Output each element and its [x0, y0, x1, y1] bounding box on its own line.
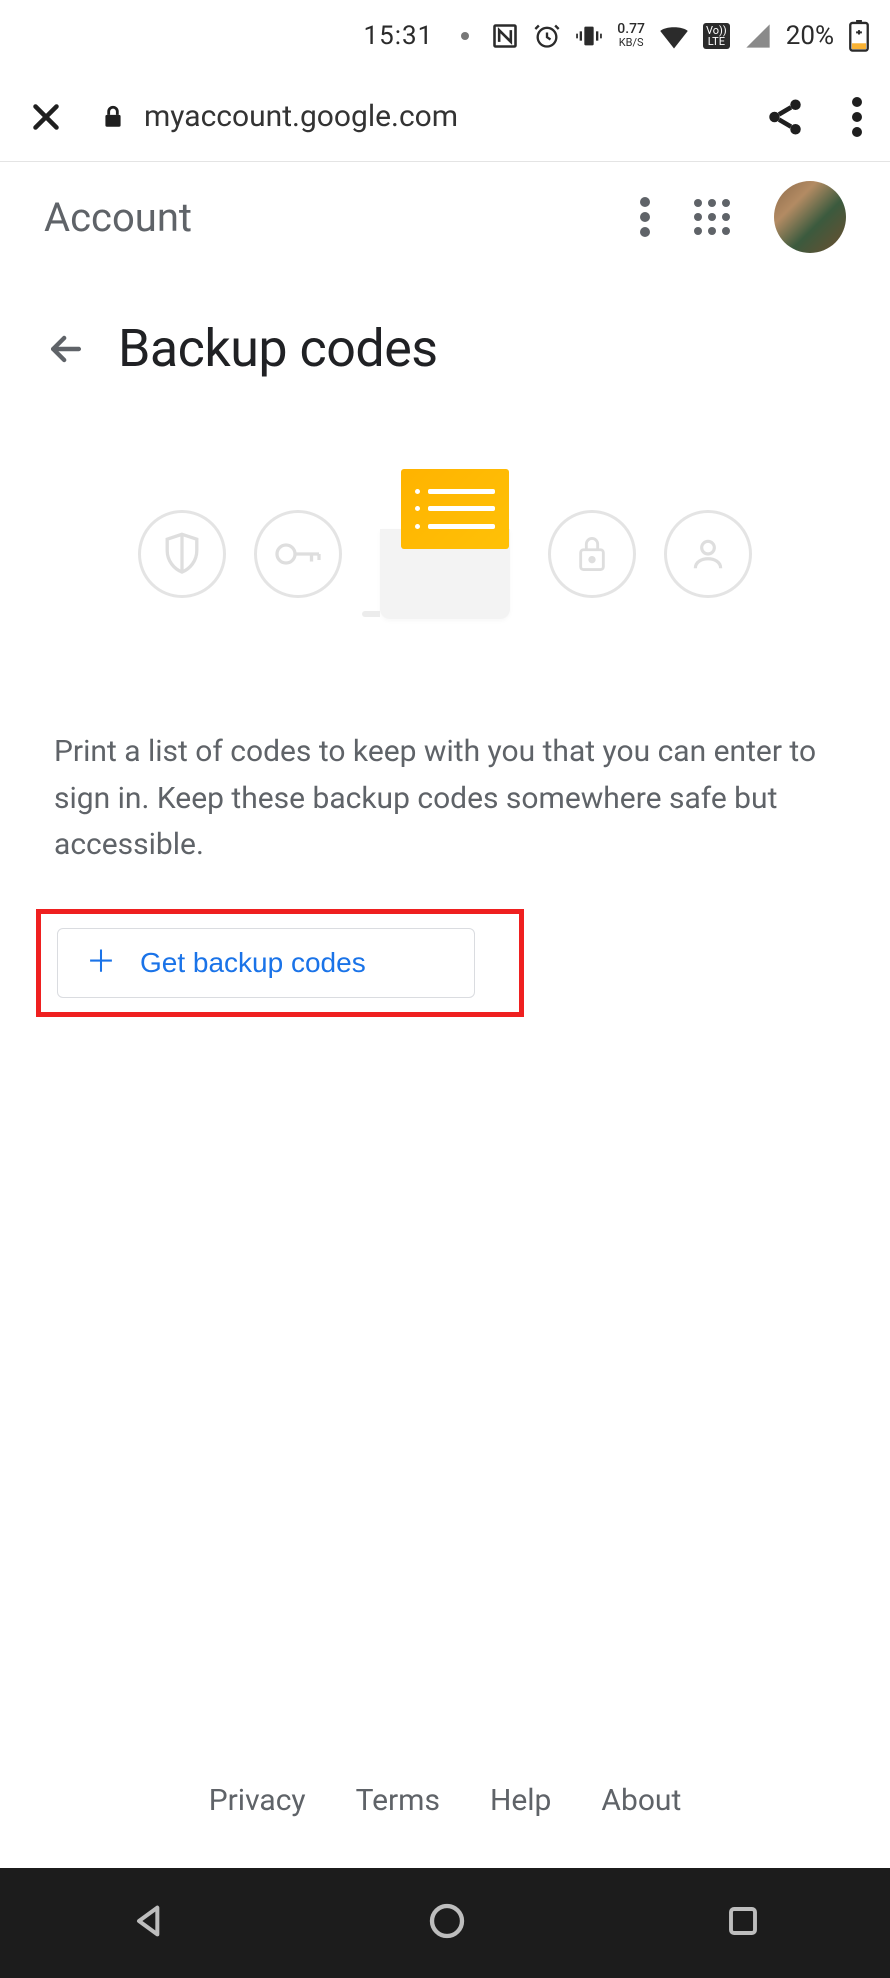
- account-menu-icon[interactable]: [640, 197, 650, 237]
- nav-home-icon[interactable]: [427, 1901, 467, 1945]
- account-title: Account: [44, 194, 620, 241]
- nav-recent-icon[interactable]: [725, 1903, 761, 1943]
- footer-about-link[interactable]: About: [601, 1783, 681, 1818]
- url-text: myaccount.google.com: [144, 99, 458, 134]
- avatar[interactable]: [774, 181, 846, 253]
- page-title: Backup codes: [118, 318, 438, 379]
- url-bar[interactable]: myaccount.google.com: [100, 99, 728, 134]
- get-backup-codes-label: Get backup codes: [140, 947, 366, 979]
- key-icon: [254, 510, 342, 598]
- wifi-icon: [659, 22, 689, 50]
- codes-card-icon: [370, 469, 520, 639]
- status-bar: 15:31 0.77 KB/S Vo)) LTE: [0, 0, 890, 72]
- browser-bar: myaccount.google.com: [0, 72, 890, 162]
- person-icon: [664, 510, 752, 598]
- back-arrow-icon[interactable]: [44, 327, 88, 371]
- volte-icon: Vo)) LTE: [703, 23, 730, 49]
- alarm-icon: [533, 22, 561, 50]
- status-dot-icon: [461, 32, 469, 40]
- lock-circle-icon: [548, 510, 636, 598]
- nfc-icon: [491, 22, 519, 50]
- apps-grid-icon[interactable]: [694, 199, 730, 235]
- battery-percent: 20%: [786, 21, 834, 51]
- lock-icon: [100, 102, 126, 132]
- battery-icon: [848, 20, 870, 52]
- data-rate-unit: KB/S: [617, 36, 645, 50]
- footer-terms-link[interactable]: Terms: [356, 1783, 440, 1818]
- android-nav-bar: [0, 1868, 890, 1978]
- status-time: 15:31: [364, 21, 434, 51]
- footer-privacy-link[interactable]: Privacy: [209, 1783, 306, 1818]
- plus-icon: ＋: [86, 948, 116, 978]
- data-rate-value: 0.77: [617, 22, 645, 36]
- browser-menu-icon[interactable]: [852, 97, 862, 137]
- highlight-annotation: ＋ Get backup codes: [36, 909, 524, 1017]
- page-content: Backup codes: [0, 272, 890, 1017]
- shield-icon: [138, 510, 226, 598]
- signal-icon: [744, 22, 772, 50]
- share-icon[interactable]: [764, 96, 806, 138]
- footer-help-link[interactable]: Help: [490, 1783, 551, 1818]
- data-rate-indicator: 0.77 KB/S: [617, 22, 645, 50]
- account-header: Account: [0, 162, 890, 272]
- vibrate-icon: [575, 22, 603, 50]
- close-icon[interactable]: [28, 99, 64, 135]
- page-description: Print a list of codes to keep with you t…: [54, 729, 836, 869]
- footer-links: Privacy Terms Help About: [0, 1783, 890, 1818]
- get-backup-codes-button[interactable]: ＋ Get backup codes: [57, 928, 475, 998]
- nav-back-icon[interactable]: [129, 1901, 169, 1945]
- backup-codes-illustration: [44, 459, 846, 649]
